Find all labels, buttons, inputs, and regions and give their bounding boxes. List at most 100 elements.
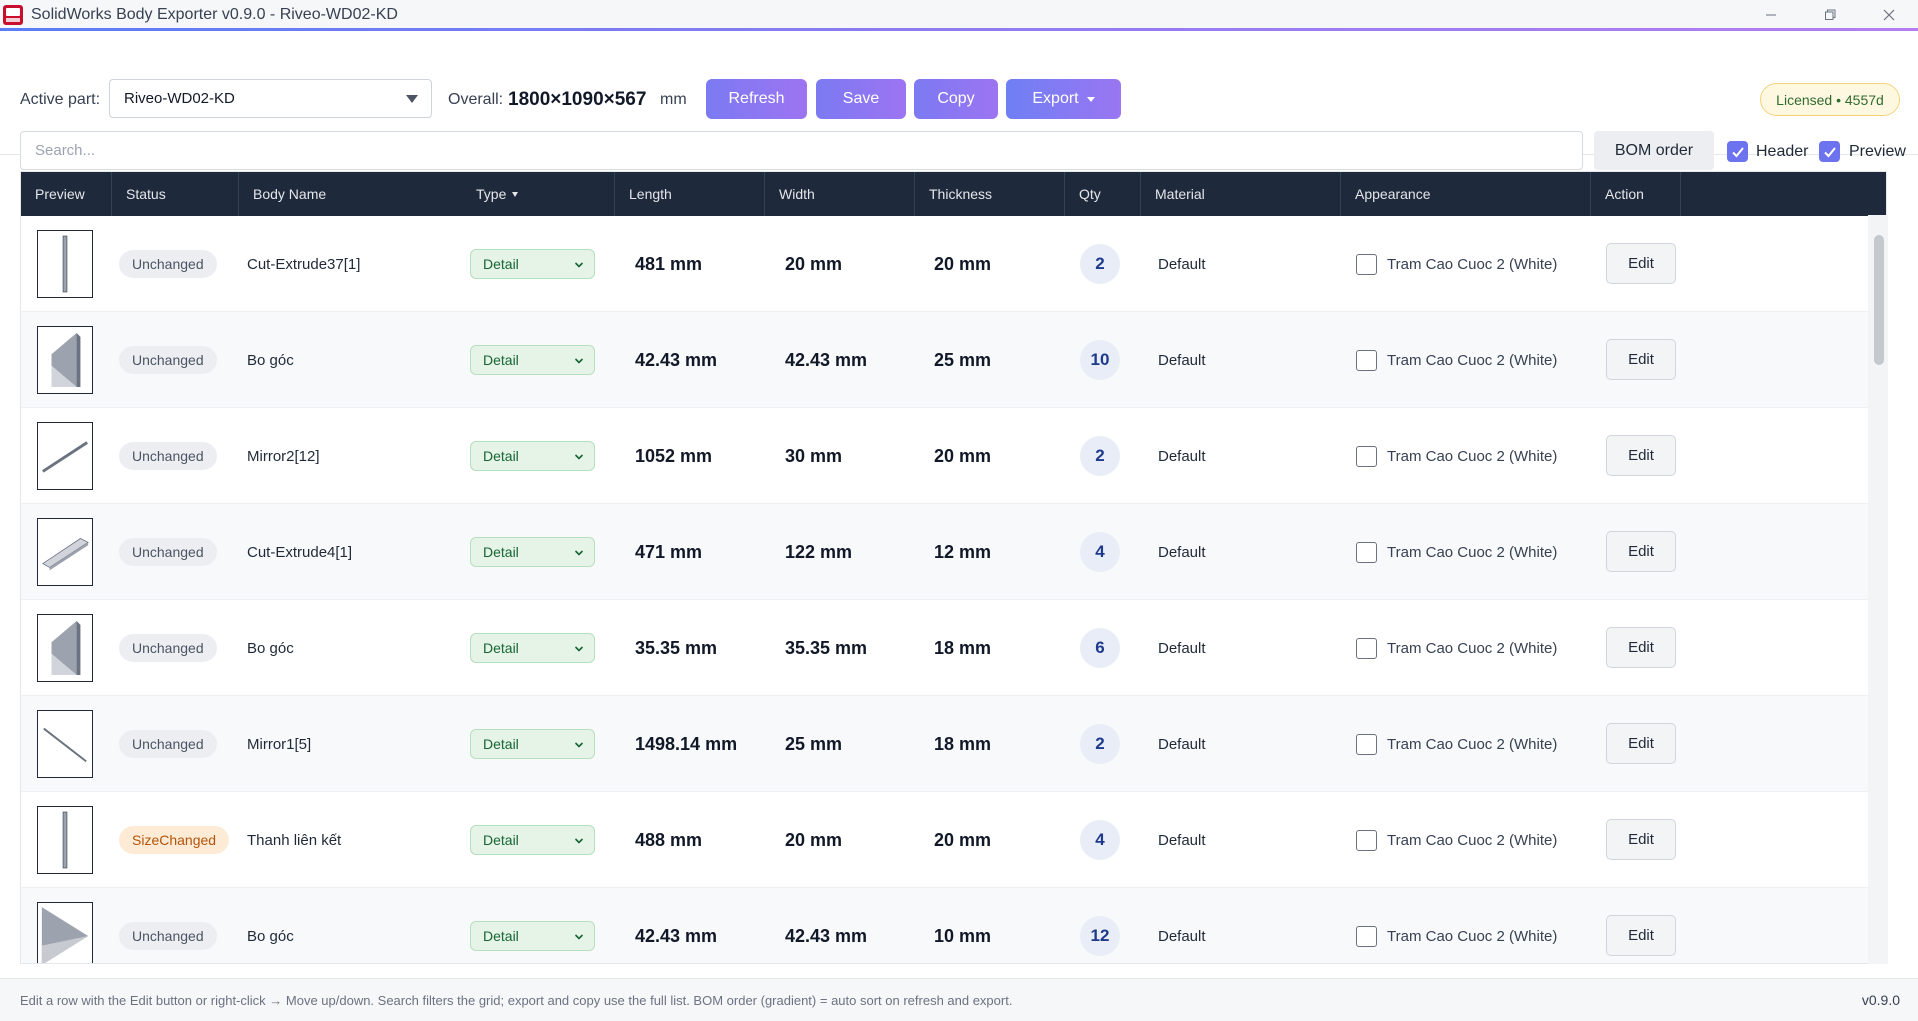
- help-hint: Edit a row with the Edit button or right…: [20, 993, 1013, 1008]
- body-grid: Preview Status Body Name Type Length Wid…: [20, 171, 1887, 964]
- column-header-length[interactable]: Length: [615, 172, 765, 216]
- appearance-checkbox[interactable]: [1356, 542, 1377, 563]
- edit-button[interactable]: Edit: [1606, 531, 1676, 572]
- column-header-thickness[interactable]: Thickness: [915, 172, 1065, 216]
- column-header-qty[interactable]: Qty: [1065, 172, 1141, 216]
- app-logo-icon: [3, 5, 23, 25]
- vertical-scrollbar[interactable]: [1868, 215, 1888, 964]
- edit-button[interactable]: Edit: [1606, 435, 1676, 476]
- column-header-body-name[interactable]: Body Name: [239, 172, 462, 216]
- chevron-down-icon: [574, 838, 584, 844]
- type-value: Detail: [483, 832, 519, 848]
- column-header-preview[interactable]: Preview: [21, 172, 112, 216]
- restore-icon[interactable]: [1800, 0, 1859, 30]
- type-select[interactable]: Detail: [470, 825, 595, 855]
- preview-checkbox-label: Preview: [1849, 143, 1906, 160]
- column-header-appearance[interactable]: Appearance: [1341, 172, 1591, 216]
- chevron-down-icon: [574, 262, 584, 268]
- table-row[interactable]: Unchanged Cut-Extrude4[1] Detail 471 mm 122 …: [21, 504, 1886, 600]
- width-value: 25 mm: [785, 733, 843, 754]
- export-button[interactable]: Export: [1006, 79, 1121, 119]
- chevron-down-icon: [406, 95, 418, 103]
- table-row[interactable]: Unchanged Bo góc Detail 42.43 mm 42.43 mm 25 …: [21, 312, 1886, 408]
- body-name: Cut-Extrude4[1]: [247, 543, 353, 561]
- material-value: Default: [1158, 447, 1206, 465]
- edit-button[interactable]: Edit: [1606, 723, 1676, 764]
- preview-thumbnail: [37, 710, 93, 778]
- column-header-status[interactable]: Status: [112, 172, 239, 216]
- table-row[interactable]: Unchanged Mirror2[12] Detail 1052 mm 30 mm 20…: [21, 408, 1886, 504]
- bom-order-button[interactable]: BOM order: [1594, 131, 1714, 170]
- preview-thumbnail: [37, 518, 93, 586]
- active-part-select[interactable]: Riveo-WD02-KD: [109, 79, 432, 118]
- type-select[interactable]: Detail: [470, 249, 595, 279]
- material-value: Default: [1158, 927, 1206, 945]
- appearance-checkbox[interactable]: [1356, 350, 1377, 371]
- column-header-type[interactable]: Type: [462, 172, 615, 216]
- thickness-value: 20 mm: [934, 253, 992, 274]
- type-select[interactable]: Detail: [470, 345, 595, 375]
- grid-rows: Unchanged Cut-Extrude37[1] Detail 481 mm 20 …: [21, 216, 1886, 963]
- body-name: Mirror2[12]: [247, 447, 320, 465]
- edit-button[interactable]: Edit: [1606, 627, 1676, 668]
- qty-badge: 2: [1080, 244, 1120, 284]
- window-controls: [1741, 0, 1918, 30]
- qty-badge: 2: [1080, 436, 1120, 476]
- width-value: 30 mm: [785, 445, 843, 466]
- type-select[interactable]: Detail: [470, 921, 595, 951]
- scrollbar-thumb[interactable]: [1874, 235, 1884, 365]
- license-badge: Licensed • 4557d: [1760, 83, 1900, 116]
- overall-value: 1800×1090×567: [508, 89, 647, 110]
- appearance-checkbox[interactable]: [1356, 446, 1377, 467]
- preview-checkbox[interactable]: [1819, 141, 1840, 162]
- table-row[interactable]: Unchanged Bo góc Detail 35.35 mm 35.35 mm 18 …: [21, 600, 1886, 696]
- length-value: 42.43 mm: [635, 925, 718, 946]
- chevron-down-icon: [574, 550, 584, 556]
- type-select[interactable]: Detail: [470, 441, 595, 471]
- type-value: Detail: [483, 928, 519, 944]
- qty-badge: 4: [1080, 532, 1120, 572]
- width-value: 35.35 mm: [785, 637, 868, 658]
- table-row[interactable]: SizeChanged Thanh liên kết Detail 488 mm 20 …: [21, 792, 1886, 888]
- body-name: Bo góc: [247, 639, 294, 657]
- copy-button[interactable]: Copy: [914, 79, 998, 119]
- appearance-checkbox[interactable]: [1356, 926, 1377, 947]
- status-badge: Unchanged: [119, 922, 217, 950]
- edit-button[interactable]: Edit: [1606, 243, 1676, 284]
- type-select[interactable]: Detail: [470, 729, 595, 759]
- body-name: Bo góc: [247, 351, 294, 369]
- status-bar: Edit a row with the Edit button or right…: [0, 978, 1918, 1021]
- save-button[interactable]: Save: [816, 79, 906, 119]
- edit-button[interactable]: Edit: [1606, 915, 1676, 956]
- column-header-material[interactable]: Material: [1141, 172, 1341, 216]
- appearance-checkbox[interactable]: [1356, 734, 1377, 755]
- table-row[interactable]: Unchanged Bo góc Detail 42.43 mm 42.43 mm 10 …: [21, 888, 1886, 963]
- appearance-checkbox[interactable]: [1356, 830, 1377, 851]
- width-value: 20 mm: [785, 829, 843, 850]
- header-checkbox[interactable]: [1727, 141, 1748, 162]
- table-row[interactable]: Unchanged Mirror1[5] Detail 1498.14 mm 25 mm…: [21, 696, 1886, 792]
- minimize-icon[interactable]: [1741, 0, 1800, 30]
- material-value: Default: [1158, 255, 1206, 273]
- column-header-width[interactable]: Width: [765, 172, 915, 216]
- column-header-action[interactable]: Action: [1591, 172, 1681, 216]
- edit-button[interactable]: Edit: [1606, 339, 1676, 380]
- status-badge: Unchanged: [119, 634, 217, 662]
- overall-unit: mm: [660, 91, 687, 108]
- active-part-value: Riveo-WD02-KD: [124, 90, 235, 107]
- table-row[interactable]: Unchanged Cut-Extrude37[1] Detail 481 mm 20 …: [21, 216, 1886, 312]
- search-input[interactable]: [20, 131, 1583, 170]
- appearance-checkbox[interactable]: [1356, 638, 1377, 659]
- type-select[interactable]: Detail: [470, 537, 595, 567]
- overall-label: Overall:: [448, 91, 504, 108]
- refresh-button[interactable]: Refresh: [706, 79, 807, 119]
- edit-button[interactable]: Edit: [1606, 819, 1676, 860]
- appearance-value: Tram Cao Cuoc 2 (White): [1387, 255, 1558, 273]
- type-select[interactable]: Detail: [470, 633, 595, 663]
- appearance-value: Tram Cao Cuoc 2 (White): [1387, 927, 1558, 945]
- appearance-checkbox[interactable]: [1356, 254, 1377, 275]
- close-icon[interactable]: [1859, 0, 1918, 30]
- qty-badge: 6: [1080, 628, 1120, 668]
- body-name: Mirror1[5]: [247, 735, 312, 753]
- length-value: 1052 mm: [635, 445, 713, 466]
